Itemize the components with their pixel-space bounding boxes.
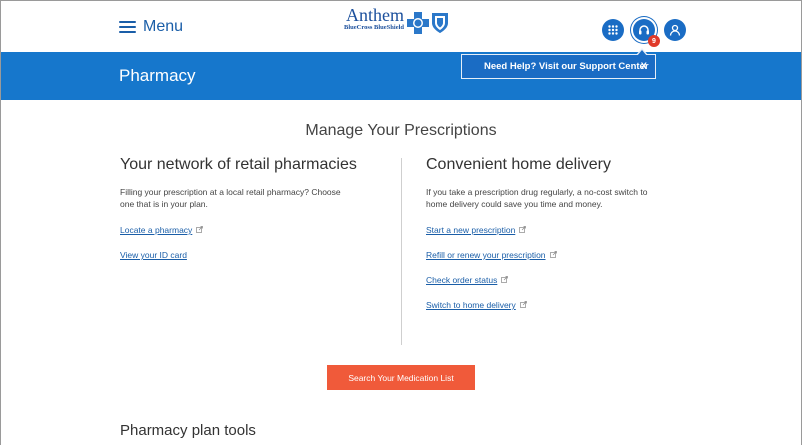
home-delivery-description-line: home delivery could save you time and mo… <box>426 199 603 209</box>
switch-home-delivery-label: Switch to home delivery <box>426 300 516 310</box>
check-order-status-label: Check order status <box>426 275 498 285</box>
app-frame: Menu Anthem BlueCross BlueShield 9 Pharm… <box>0 0 802 445</box>
external-link-icon <box>501 276 509 283</box>
search-medication-button[interactable]: Search Your Medication List <box>327 365 475 390</box>
logo-subtitle: BlueCross BlueShield <box>344 24 405 31</box>
refill-prescription-link[interactable]: Refill or renew your prescription <box>426 250 557 260</box>
home-delivery-title: Convenient home delivery <box>426 156 611 173</box>
retail-description-line: Filling your prescription at a local ret… <box>120 187 341 197</box>
external-link-icon <box>519 301 527 308</box>
user-icon <box>669 24 681 36</box>
notification-badge: 9 <box>648 35 660 47</box>
section-banner: Pharmacy <box>1 52 801 100</box>
support-button[interactable]: 9 <box>633 19 660 47</box>
blue-shield-icon <box>432 13 449 33</box>
section-title: Pharmacy <box>119 66 196 85</box>
retail-title: Your network of retail pharmacies <box>120 156 357 173</box>
support-callout[interactable]: Need Help? Visit our Support Center X <box>461 48 656 79</box>
apps-button[interactable] <box>602 19 624 41</box>
grid-icon <box>608 25 618 35</box>
check-order-status-link[interactable]: Check order status <box>426 275 509 285</box>
home-delivery-description-line: If you take a prescription drug regularl… <box>426 187 648 197</box>
locate-pharmacy-label: Locate a pharmacy <box>120 225 193 235</box>
retail-description-line: one that is in your plan. <box>120 199 208 209</box>
external-link-icon <box>549 251 557 258</box>
callout-close-button[interactable]: X <box>641 61 647 72</box>
external-link-icon <box>196 226 204 233</box>
page-title: Manage Your Prescriptions <box>305 122 497 139</box>
start-prescription-label: Start a new prescription <box>426 225 516 235</box>
external-link-icon <box>519 226 527 233</box>
top-header: Menu Anthem BlueCross BlueShield 9 <box>1 1 801 52</box>
headset-icon <box>639 25 649 35</box>
menu-label: Menu <box>143 18 184 35</box>
start-prescription-link[interactable]: Start a new prescription <box>426 225 527 235</box>
hamburger-icon <box>119 21 136 33</box>
retail-description: Filling your prescription at a local ret… <box>120 186 341 210</box>
refill-prescription-label: Refill or renew your prescription <box>426 250 546 260</box>
blue-cross-icon <box>407 12 430 34</box>
menu-button[interactable]: Menu <box>119 18 183 36</box>
profile-button[interactable] <box>664 19 686 41</box>
locate-pharmacy-link[interactable]: Locate a pharmacy <box>120 225 204 235</box>
home-delivery-description: If you take a prescription drug regularl… <box>426 186 647 210</box>
support-callout-text[interactable]: Need Help? Visit our Support Center <box>484 61 649 72</box>
logo-text: Anthem BlueCross BlueShield <box>344 6 404 32</box>
column-divider <box>401 158 402 345</box>
pharmacy-tools-title: Pharmacy plan tools <box>120 422 256 439</box>
logo-name: Anthem <box>346 5 405 25</box>
header-actions: 9 <box>602 19 695 47</box>
view-id-card-link[interactable]: View your ID card <box>120 250 187 260</box>
anthem-logo[interactable]: Anthem BlueCross BlueShield <box>344 6 449 38</box>
switch-home-delivery-link[interactable]: Switch to home delivery <box>426 300 527 310</box>
